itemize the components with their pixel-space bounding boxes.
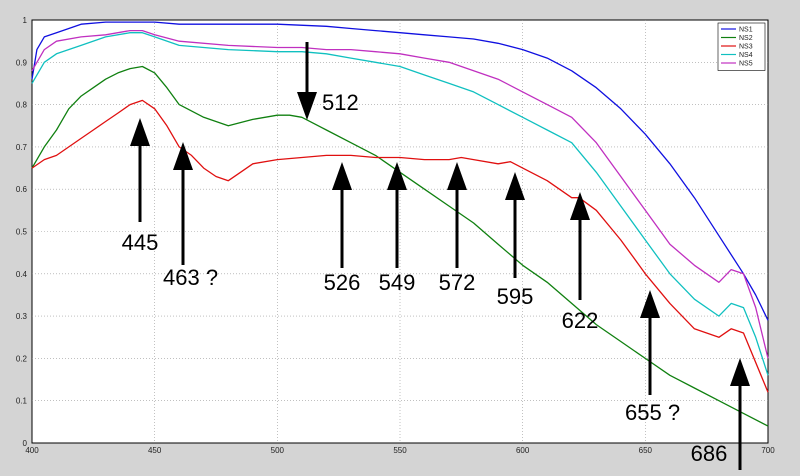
annotation-label: 445 bbox=[122, 230, 159, 255]
x-tick-label: 450 bbox=[148, 446, 162, 455]
annotation-label: 595 bbox=[497, 284, 534, 309]
annotation-label: 463 ? bbox=[163, 265, 218, 290]
y-tick-label: 0.9 bbox=[16, 58, 28, 67]
legend-label: NS1 bbox=[739, 27, 753, 34]
y-tick-label: 0.3 bbox=[16, 312, 28, 321]
y-tick-label: 0.8 bbox=[16, 101, 28, 110]
annotation-label: 572 bbox=[439, 270, 476, 295]
y-tick-label: 0.5 bbox=[16, 228, 28, 237]
annotation-label: 686 bbox=[691, 441, 728, 466]
y-tick-label: 1 bbox=[23, 16, 28, 25]
annotation-label: 512 bbox=[322, 90, 359, 115]
legend-label: NS5 bbox=[739, 61, 753, 68]
x-tick-label: 500 bbox=[271, 446, 285, 455]
y-tick-label: 0.4 bbox=[16, 270, 28, 279]
legend-label: NS4 bbox=[739, 52, 753, 59]
y-tick-label: 0 bbox=[23, 439, 28, 448]
annotation-label: 549 bbox=[379, 270, 416, 295]
legend-label: NS2 bbox=[739, 35, 753, 42]
annotation-label: 655 ? bbox=[625, 400, 680, 425]
spectra-figure: 400 450 500 550 600 650 700 0 0.1 0.2 0.3 0.4 0.5 0.… bbox=[0, 0, 800, 476]
x-tick-label: 550 bbox=[393, 446, 407, 455]
y-tick-label: 0.6 bbox=[16, 185, 28, 194]
x-tick-label: 400 bbox=[25, 446, 39, 455]
y-tick-label: 0.7 bbox=[16, 143, 28, 152]
y-tick-label: 0.2 bbox=[16, 354, 28, 363]
x-tick-label: 600 bbox=[516, 446, 530, 455]
legend-label: NS3 bbox=[739, 44, 753, 51]
y-tick-label: 0.1 bbox=[16, 397, 28, 406]
x-tick-label: 700 bbox=[761, 446, 775, 455]
x-tick-label: 650 bbox=[639, 446, 653, 455]
annotation-label: 526 bbox=[324, 270, 361, 295]
annotation-label: 622 bbox=[562, 308, 599, 333]
legend: NS1NS2 NS3NS4 NS5 bbox=[717, 22, 766, 71]
